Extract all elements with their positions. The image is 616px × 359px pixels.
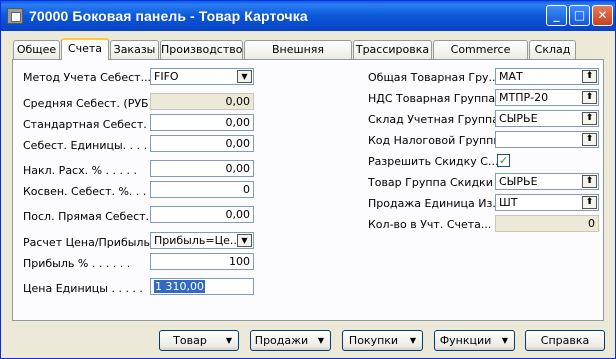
costing-method-label: Метод Учета Себест... (23, 71, 152, 84)
minimize-button[interactable]: _ (546, 5, 567, 26)
costing-method-value: FIFO (154, 70, 179, 83)
menu-arrow-icon: ▼ (501, 336, 508, 345)
inventory-posting-group-label: Склад Учетная Группа. (368, 113, 503, 126)
price-profit-calc-label: Расчет Цена/Прибыль . (23, 236, 157, 249)
qty-on-ledger-field[interactable]: 0 (495, 215, 599, 232)
tab-invoicing[interactable]: Счета (61, 38, 109, 60)
sales-uom-value: ШТ (499, 196, 518, 209)
price-profit-calc-select[interactable]: Прибыль=Це... ▼ (150, 232, 254, 249)
unit-price-label: Цена Единицы . . . . . (23, 282, 143, 295)
item-disc-group-field[interactable]: СЫРЬЕ ⬆ (495, 173, 599, 190)
vat-prod-posting-group-field[interactable]: МТПР-20 ⬆ (495, 89, 599, 106)
item-card-window: 70000 Боковая панель - Товар Карточка _ … (0, 0, 616, 359)
title-bar[interactable]: 70000 Боковая панель - Товар Карточка _ … (1, 1, 615, 31)
tax-group-code-field[interactable]: ⬆ (495, 131, 599, 148)
lookup-arrow-icon[interactable]: ⬆ (582, 196, 597, 209)
tax-group-code-label: Код Налоговой Группы. (368, 134, 506, 147)
std-cost-field[interactable]: 0,00 (150, 114, 254, 131)
invoicing-panel: Метод Учета Себест... FIFO ▼ Средняя Себ… (12, 59, 604, 321)
purchases-menu-label: Покупки (348, 334, 399, 347)
item-disc-group-value: СЫРЬЕ (499, 175, 538, 188)
menu-arrow-icon: ▼ (409, 336, 416, 345)
maximize-button[interactable]: □ (569, 5, 590, 26)
gen-prod-posting-group-label: Общая Товарная Гру... (368, 71, 500, 84)
unit-price-value: 1 310,00 (154, 280, 205, 293)
lookup-arrow-icon[interactable]: ⬆ (582, 91, 597, 104)
unit-cost-field[interactable]: 0,00 (150, 135, 254, 152)
price-profit-calc-value: Прибыль=Це... (154, 234, 241, 247)
qty-on-ledger-label: Кол-во в Учт. Счета... (368, 218, 492, 231)
unit-cost-label: Себест. Единицы. . . . (23, 139, 148, 152)
unit-price-field[interactable]: 1 310,00 (150, 278, 254, 295)
allow-invoice-disc-label: Разрешить Скидку С... (368, 155, 499, 168)
last-direct-cost-field[interactable]: 0,00 (150, 206, 254, 223)
costing-method-select[interactable]: FIFO ▼ (150, 68, 254, 85)
std-cost-label: Стандартная Себест. . (23, 118, 154, 131)
item-disc-group-label: Товар Группа Скидки . (368, 176, 500, 189)
lookup-arrow-icon[interactable]: ⬆ (582, 133, 597, 146)
item-menu-button[interactable]: Товар ▼ (159, 330, 239, 351)
lookup-arrow-icon[interactable]: ⬆ (582, 112, 597, 125)
indirect-pct-label: Косвен. Себест. %. . . (23, 185, 147, 198)
overhead-pct-field[interactable]: 0,00 (150, 160, 254, 177)
sales-menu-label: Продажи (254, 334, 309, 347)
menu-arrow-icon: ▼ (317, 336, 324, 345)
menu-arrow-icon: ▼ (225, 336, 232, 345)
overhead-pct-label: Накл. Расх. % . . . . . (23, 164, 138, 177)
close-button[interactable]: ✕ (592, 5, 613, 26)
avg-cost-label: Средняя Себест. (РУБ). (23, 97, 157, 110)
sales-menu-button[interactable]: Продажи ▼ (250, 330, 331, 351)
window-title: 70000 Боковая панель - Товар Карточка (29, 8, 308, 24)
gen-prod-posting-group-field[interactable]: МАТ ⬆ (495, 68, 599, 85)
purchases-menu-button[interactable]: Покупки ▼ (342, 330, 423, 351)
sales-uom-field[interactable]: ШТ ⬆ (495, 194, 599, 211)
lookup-arrow-icon[interactable]: ⬆ (582, 70, 597, 83)
help-label: Справка (540, 334, 590, 347)
inventory-posting-group-field[interactable]: СЫРЬЕ ⬆ (495, 110, 599, 127)
inventory-posting-group-value: СЫРЬЕ (499, 112, 538, 125)
avg-cost-field: 0,00 (150, 93, 254, 110)
tab-foreign-trade[interactable]: Внешняя Торговля (244, 40, 352, 73)
last-direct-cost-label: Посл. Прямая Себест. . (23, 210, 157, 223)
chevron-down-icon[interactable]: ▼ (237, 70, 252, 83)
tab-commerce-portal[interactable]: Commerce Portal (433, 40, 528, 73)
functions-menu-label: Функции (439, 334, 492, 347)
app-window-icon (7, 8, 23, 24)
tab-item-tracking[interactable]: Трассировка (353, 40, 432, 59)
tab-orders[interactable]: Заказы (110, 40, 159, 59)
tab-warehouse[interactable]: Склад (529, 40, 576, 59)
functions-menu-button[interactable]: Функции ▼ (434, 330, 515, 351)
tab-general[interactable]: Общее (13, 40, 60, 59)
chevron-down-icon[interactable]: ▼ (237, 234, 252, 247)
vat-prod-posting-group-label: НДС Товарная Группа . (368, 92, 503, 105)
vat-prod-posting-group-value: МТПР-20 (499, 91, 549, 104)
sales-uom-label: Продажа Единица Из... (368, 197, 503, 210)
profit-pct-field[interactable]: 100 (150, 253, 254, 270)
item-menu-label: Товар (173, 334, 207, 347)
tab-production[interactable]: Производство (160, 40, 243, 59)
profit-pct-label: Прибыль % . . . . . . (23, 257, 131, 270)
allow-invoice-disc-checkbox[interactable]: ✓ (497, 154, 510, 167)
lookup-arrow-icon[interactable]: ⬆ (582, 175, 597, 188)
help-button[interactable]: Справка (525, 330, 605, 351)
gen-prod-posting-group-value: МАТ (499, 70, 523, 83)
indirect-pct-field[interactable]: 0 (150, 181, 254, 198)
